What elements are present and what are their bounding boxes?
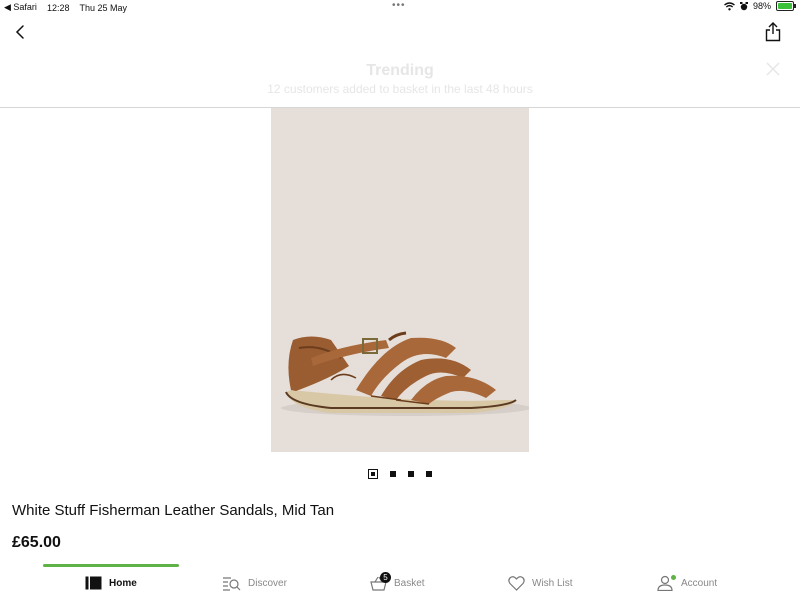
trending-subtitle: 12 customers added to basket in the last… — [267, 82, 533, 96]
home-icon — [85, 576, 102, 590]
product-price: £65.00 — [12, 534, 61, 551]
multitask-indicator[interactable]: ••• — [392, 0, 406, 11]
wifi-icon — [724, 1, 735, 10]
product-image[interactable] — [271, 108, 529, 452]
tab-wishlist[interactable]: Wish List — [508, 572, 573, 594]
close-icon[interactable] — [766, 62, 780, 76]
carousel-dot[interactable] — [408, 471, 414, 477]
sandal-illustration — [281, 331, 529, 416]
tab-account-label: Account — [681, 577, 718, 589]
tab-wishlist-label: Wish List — [532, 577, 573, 589]
account-status-dot — [671, 575, 676, 580]
tab-discover-label: Discover — [248, 577, 287, 589]
heart-icon — [508, 575, 525, 591]
carousel-dot[interactable] — [426, 471, 432, 477]
status-date: Thu 25 May — [79, 2, 127, 13]
status-time: 12:28 — [46, 2, 70, 13]
active-tab-indicator — [43, 564, 179, 567]
battery-icon — [776, 1, 796, 11]
back-chevron-icon[interactable] — [12, 23, 30, 41]
basket-count-badge: 5 — [380, 571, 391, 583]
product-title: White Stuff Fisherman Leather Sandals, M… — [12, 502, 335, 519]
bottom-tab-bar: Home Discover 5 Basket Wish List Account — [0, 568, 800, 600]
trending-banner: Trending 12 customers added to basket in… — [0, 62, 800, 106]
header — [0, 20, 800, 44]
tab-basket[interactable]: 5 Basket — [370, 571, 425, 594]
battery-percentage: 98% — [752, 1, 771, 11]
tab-account[interactable]: Account — [657, 572, 717, 594]
discover-icon — [223, 576, 241, 591]
tab-home[interactable]: Home — [85, 572, 137, 594]
carousel-dot[interactable] — [368, 469, 378, 479]
carousel-dots — [0, 469, 800, 479]
carousel-dot[interactable] — [390, 471, 396, 477]
share-icon[interactable] — [764, 22, 782, 42]
tab-basket-label: Basket — [394, 577, 425, 589]
tab-discover[interactable]: Discover — [222, 572, 287, 594]
alarm-icon — [739, 1, 748, 10]
back-to-app-link[interactable]: ◀ Safari — [4, 2, 37, 13]
status-bar: ◀ Safari 12:28 Thu 25 May ••• 98% — [0, 0, 800, 14]
trending-title: Trending — [366, 62, 434, 79]
tab-home-label: Home — [109, 577, 137, 589]
